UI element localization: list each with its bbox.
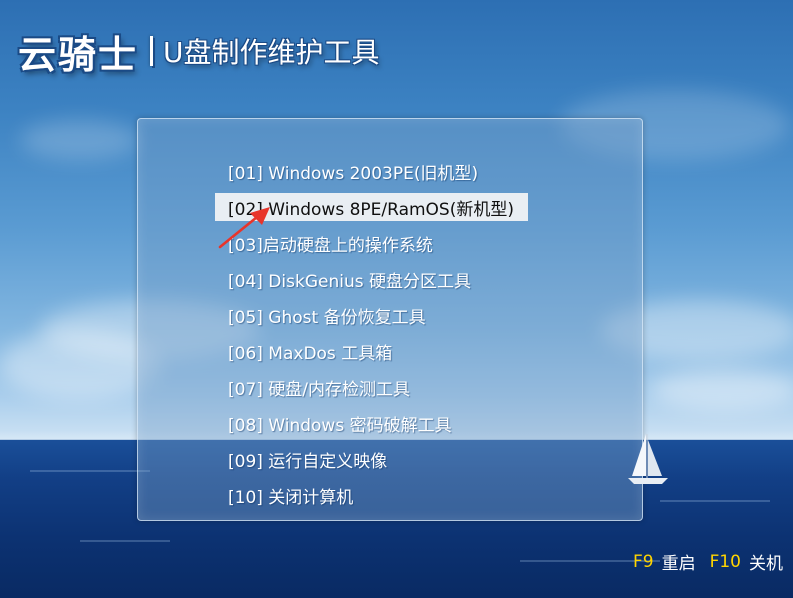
restart-label[interactable]: 重启 bbox=[662, 549, 696, 574]
menu-item-04[interactable]: [04] DiskGenius 硬盘分区工具 bbox=[215, 261, 528, 297]
boot-menu-panel: [01] Windows 2003PE(旧机型) [02] Windows 8P… bbox=[137, 118, 643, 521]
sailboat-icon bbox=[628, 434, 668, 484]
f10-key[interactable]: F10 bbox=[710, 552, 741, 572]
sea-glint bbox=[80, 540, 170, 542]
boot-menu-list: [01] Windows 2003PE(旧机型) [02] Windows 8P… bbox=[215, 153, 528, 513]
app-subtitle: U盘制作维护工具 bbox=[163, 36, 380, 69]
menu-item-01[interactable]: [01] Windows 2003PE(旧机型) bbox=[215, 153, 528, 189]
cloud-decoration bbox=[0, 330, 160, 400]
sea-glint bbox=[660, 500, 770, 502]
f9-key[interactable]: F9 bbox=[633, 552, 654, 572]
cloud-decoration bbox=[650, 370, 793, 410]
hotkey-bar: F9 重启 F10 关机 bbox=[633, 549, 783, 575]
brand-name: 云骑士 bbox=[18, 32, 139, 77]
menu-item-03[interactable]: [03]启动硬盘上的操作系统 bbox=[215, 225, 528, 261]
menu-item-07[interactable]: [07] 硬盘/内存检测工具 bbox=[215, 369, 528, 405]
menu-item-06[interactable]: [06] MaxDos 工具箱 bbox=[215, 333, 528, 369]
sea-glint bbox=[30, 470, 150, 472]
app-logo: 云骑士 U盘制作维护工具 bbox=[18, 26, 380, 77]
menu-item-10[interactable]: [10] 关闭计算机 bbox=[215, 477, 528, 513]
cloud-decoration bbox=[20, 120, 140, 160]
menu-item-05[interactable]: [05] Ghost 备份恢复工具 bbox=[215, 297, 528, 333]
menu-item-02[interactable]: [02] Windows 8PE/RamOS(新机型) bbox=[215, 193, 528, 221]
shutdown-label[interactable]: 关机 bbox=[749, 549, 783, 574]
boot-menu-screen: 云骑士 U盘制作维护工具 [01] Windows 2003PE(旧机型) [0… bbox=[0, 0, 793, 598]
menu-item-09[interactable]: [09] 运行自定义映像 bbox=[215, 441, 528, 477]
logo-separator bbox=[150, 36, 154, 66]
menu-item-08[interactable]: [08] Windows 密码破解工具 bbox=[215, 405, 528, 441]
